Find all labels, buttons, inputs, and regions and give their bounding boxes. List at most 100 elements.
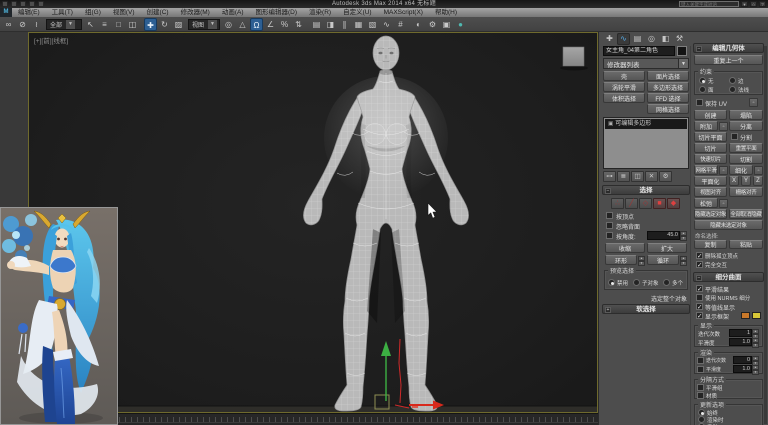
search-input[interactable] <box>679 1 739 7</box>
cage-selected-color-swatch[interactable] <box>752 312 761 319</box>
polygon-mode-icon[interactable]: ■ <box>653 198 666 209</box>
ignore-backfacing-checkbox[interactable] <box>606 222 613 229</box>
edit-geometry-rollout-header[interactable]: − 编辑几何体 <box>693 43 764 53</box>
reset-plane-button[interactable]: 重置平面 <box>729 143 763 153</box>
constraint-normal-radio[interactable] <box>729 86 736 93</box>
modifier-button-shell[interactable]: 壳 <box>603 71 645 81</box>
object-name-field[interactable]: 女主角_04第二角色 <box>603 46 675 56</box>
grow-button[interactable]: 扩大 <box>647 243 687 253</box>
slice-button[interactable]: 切片 <box>694 143 727 153</box>
cut-button[interactable]: 切割 <box>729 154 763 164</box>
use-nurms-checkbox[interactable] <box>696 294 703 301</box>
update-always-radio[interactable] <box>698 409 705 416</box>
iterations-spinner[interactable]: 1 ▲▼ <box>729 329 759 337</box>
unlink-selection-icon[interactable]: ⊘ <box>16 18 29 31</box>
repeat-last-button[interactable]: 重复上一个 <box>694 55 763 65</box>
menu-edit[interactable]: 编辑(E) <box>12 8 46 17</box>
attach-button[interactable]: 附加 <box>694 121 718 131</box>
modifier-button-poly-select[interactable]: 多边形选择 <box>647 82 689 92</box>
layer-manager-icon[interactable]: ▦ <box>352 18 365 31</box>
smoothness-spinner[interactable]: 1.0 ▲▼ <box>729 338 759 346</box>
select-and-link-icon[interactable]: ∞ <box>2 18 15 31</box>
planar-z-button[interactable]: Z <box>753 176 763 186</box>
grid-align-button[interactable]: 栅格对齐 <box>729 187 763 197</box>
render-iterations-spinner[interactable]: 0 ▲▼ <box>733 356 759 364</box>
border-mode-icon[interactable]: ◇ <box>639 198 652 209</box>
curve-editor-icon[interactable]: ∿ <box>380 18 393 31</box>
unhide-all-button[interactable]: 全部取消隐藏 <box>729 209 763 219</box>
select-and-manipulate-icon[interactable]: △ <box>236 18 249 31</box>
modifier-button-ffd-select[interactable]: FFD 选择 <box>647 93 689 103</box>
vertex-mode-icon[interactable]: ∴ <box>611 198 624 209</box>
select-by-name-icon[interactable]: ≡ <box>98 18 111 31</box>
view-align-button[interactable]: 视图对齐 <box>694 187 727 197</box>
select-and-scale-icon[interactable]: ▨ <box>172 18 185 31</box>
graphite-modeling-tools-icon[interactable]: ▧ <box>366 18 379 31</box>
tessellate-settings-button[interactable]: ▫ <box>754 166 763 175</box>
relax-settings-button[interactable]: ▫ <box>719 199 728 208</box>
plane-object[interactable] <box>560 47 588 71</box>
create-tab-icon[interactable]: ✚ <box>603 33 616 45</box>
help-icon[interactable]: ? <box>759 1 766 7</box>
select-object-icon[interactable]: ↖ <box>84 18 97 31</box>
materials-checkbox[interactable] <box>697 392 704 399</box>
full-interactivity-checkbox[interactable] <box>696 261 703 268</box>
planar-y-button[interactable]: Y <box>741 176 751 186</box>
modifier-button-patch-select[interactable]: 面片选择 <box>647 71 689 81</box>
menu-help[interactable]: 帮助(H) <box>429 8 463 17</box>
mirror-icon[interactable]: ◨ <box>324 18 337 31</box>
planar-x-button[interactable]: X <box>729 176 739 186</box>
selection-filter-dropdown[interactable]: 全部 ▼ <box>46 19 82 30</box>
modify-tab-icon[interactable]: ∿ <box>617 33 630 45</box>
rendered-frame-window-icon[interactable]: ▣ <box>440 18 453 31</box>
modifier-list-dropdown[interactable]: 修改器列表 ▼ <box>603 58 689 69</box>
soft-selection-rollout-header[interactable]: + 软选择 <box>602 304 690 314</box>
render-smoothness-spinner[interactable]: 1.0 ▲▼ <box>733 365 759 373</box>
loop-spinner[interactable]: ▲▼ <box>680 256 687 264</box>
preserve-uv-checkbox[interactable] <box>696 99 703 106</box>
material-editor-icon[interactable]: ◐ <box>412 18 425 31</box>
show-cage-checkbox[interactable] <box>696 312 703 319</box>
update-when-rendering-radio[interactable] <box>698 416 705 423</box>
detach-button[interactable]: 分离 <box>729 121 763 131</box>
reference-coordinate-dropdown[interactable]: 视图 ▼ <box>188 19 220 30</box>
modifier-button-vol-select[interactable]: 体积选择 <box>603 93 645 103</box>
modifier-button-mesh-select[interactable]: 网格选择 <box>647 104 689 114</box>
render-production-icon[interactable]: ● <box>454 18 467 31</box>
use-pivot-point-center-icon[interactable]: ◎ <box>222 18 235 31</box>
viewport-label[interactable]: [+][前][线框] <box>34 35 68 45</box>
copy-button[interactable]: 复制 <box>694 240 727 249</box>
window-crossing-icon[interactable]: ◫ <box>126 18 139 31</box>
make-unique-icon[interactable]: ◫ <box>631 171 644 182</box>
select-and-rotate-icon[interactable]: ↻ <box>158 18 171 31</box>
preview-off-radio[interactable] <box>608 279 615 286</box>
create-button[interactable]: 创建 <box>694 110 727 120</box>
select-and-move-icon[interactable]: ✚ <box>144 18 157 31</box>
angle-snap-toggle-icon[interactable]: ∠ <box>264 18 277 31</box>
menu-maxscript[interactable]: MAXScript(X) <box>378 8 429 17</box>
motion-tab-icon[interactable]: ◎ <box>645 33 658 45</box>
by-vertex-checkbox[interactable] <box>606 212 613 219</box>
menu-rendering[interactable]: 渲染(R) <box>303 8 337 17</box>
quickslice-button[interactable]: 快速切片 <box>694 154 727 164</box>
element-mode-icon[interactable]: ◆ <box>667 198 680 209</box>
hide-selected-button[interactable]: 隐藏选定对象 <box>694 209 727 219</box>
remove-modifier-icon[interactable]: ✕ <box>645 171 658 182</box>
ring-button[interactable]: 环形 <box>605 255 637 265</box>
edge-mode-icon[interactable]: ╱ <box>625 198 638 209</box>
schematic-view-icon[interactable]: # <box>394 18 407 31</box>
by-angle-checkbox[interactable] <box>606 232 613 239</box>
menu-graph-editors[interactable]: 图形编辑器(D) <box>250 8 304 17</box>
panel-scrollbar[interactable] <box>764 46 767 424</box>
utilities-tab-icon[interactable]: ⚒ <box>673 33 686 45</box>
search-icon[interactable]: ▾ <box>741 1 748 7</box>
pin-stack-icon[interactable]: ⊶ <box>603 171 616 182</box>
render-iterations-checkbox[interactable] <box>697 357 704 364</box>
rectangular-selection-region-icon[interactable]: □ <box>112 18 125 31</box>
menu-customize[interactable]: 自定义(U) <box>337 8 378 17</box>
attach-settings-button[interactable]: ▫ <box>719 122 728 131</box>
menu-modifiers[interactable]: 修改器(M) <box>175 8 216 17</box>
relax-button[interactable]: 松弛 <box>694 198 718 208</box>
spinner-snap-toggle-icon[interactable]: ⇅ <box>292 18 305 31</box>
shrink-button[interactable]: 收缩 <box>605 243 645 253</box>
